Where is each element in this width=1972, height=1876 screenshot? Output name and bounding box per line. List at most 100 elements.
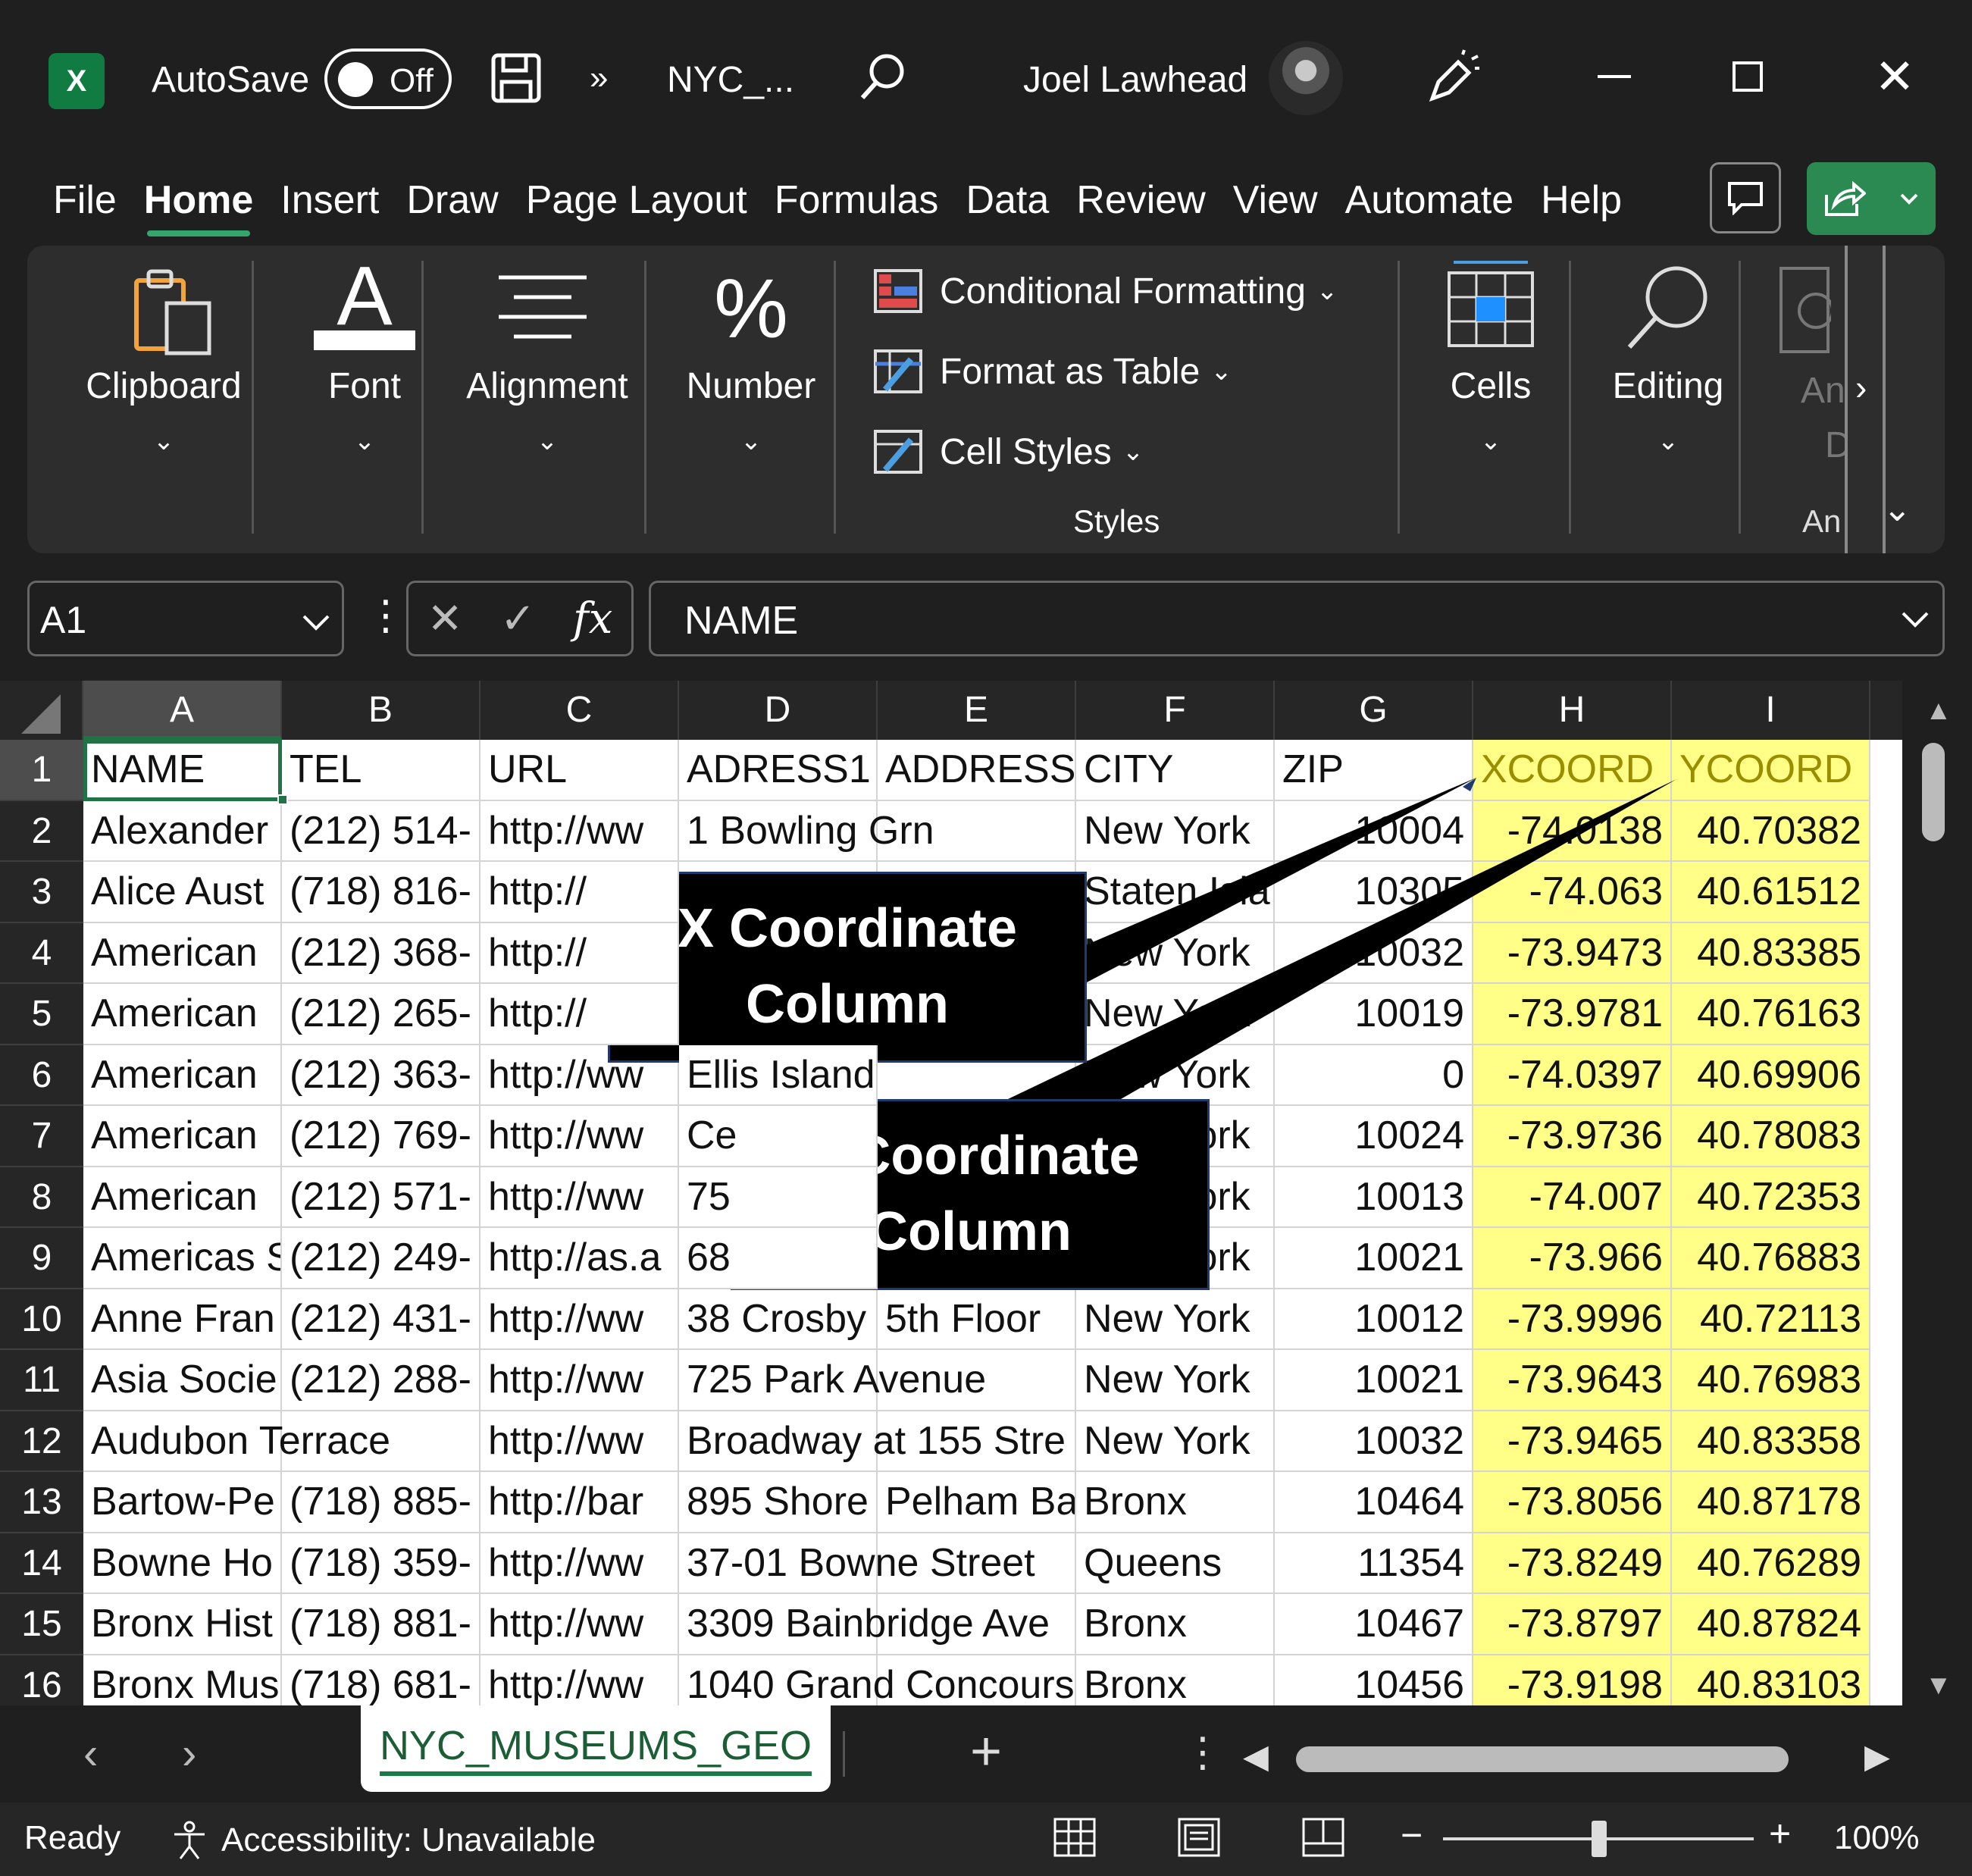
next-sheet-button[interactable]: ›	[182, 1728, 196, 1779]
analyze-data-group[interactable]: An D An	[1763, 246, 1851, 553]
autosave-toggle[interactable]: Off	[324, 49, 452, 109]
x-callout-line-2: Column	[746, 974, 949, 1035]
number-group[interactable]: % Number ⌄	[656, 246, 846, 553]
styles-group-label: Styles	[1073, 503, 1160, 539]
add-sheet-button[interactable]: +	[970, 1721, 1002, 1783]
editing-group[interactable]: Editing ⌄	[1581, 246, 1755, 553]
normal-view-button[interactable]	[1052, 1816, 1097, 1859]
cell-a12[interactable]: Audubon Terrace	[83, 1411, 390, 1472]
x-callout-pointer	[1084, 778, 1476, 982]
formula-bar-more-icon[interactable]: ⋮	[365, 591, 406, 639]
scroll-left-icon[interactable]: ◀	[1243, 1737, 1269, 1776]
name-box[interactable]: A1	[27, 581, 344, 656]
avatar[interactable]	[1269, 41, 1343, 115]
comments-button[interactable]	[1710, 162, 1781, 233]
user-name[interactable]: Joel Lawhead	[1023, 59, 1247, 101]
format-table-icon	[874, 349, 922, 393]
formula-input[interactable]: NAME	[649, 581, 1945, 656]
pen-icon[interactable]	[1425, 49, 1482, 106]
tab-view[interactable]: View	[1225, 168, 1326, 236]
scroll-thumb[interactable]	[1922, 743, 1945, 841]
cell-c3[interactable]: http://	[480, 862, 679, 923]
editing-label: Editing	[1612, 366, 1724, 406]
cell-d16[interactable]: 1040 Grand Concours	[679, 1655, 1075, 1705]
name-box-value: A1	[40, 599, 87, 641]
vertical-scrollbar[interactable]: ▲ ▼	[1902, 681, 1972, 1705]
scroll-up-icon[interactable]: ▲	[1925, 694, 1952, 726]
tab-file[interactable]: File	[45, 168, 124, 236]
tab-page-layout[interactable]: Page Layout	[518, 168, 755, 236]
share-icon	[1825, 180, 1866, 216]
zoom-level[interactable]: 100%	[1834, 1819, 1920, 1857]
cell-d2[interactable]: 1 Bowling Grn	[679, 800, 934, 862]
cell-d9[interactable]: 68	[679, 1228, 878, 1289]
clipboard-icon	[134, 269, 211, 355]
minimize-button[interactable]	[1576, 42, 1652, 111]
cells-group[interactable]: Cells ⌄	[1411, 246, 1570, 553]
insert-function-icon[interactable]: fx	[573, 594, 612, 644]
format-as-table-label: Format as Table	[940, 351, 1200, 392]
tab-data[interactable]: Data	[958, 168, 1056, 236]
chevron-down-icon: ⌄	[740, 427, 762, 456]
ribbon-display-options-button[interactable]: ⌄	[1883, 488, 1912, 529]
sheet-tab-active[interactable]: NYC_MUSEUMS_GEO	[361, 1705, 831, 1792]
cell-d15[interactable]: 3309 Bainbridge Ave	[679, 1594, 1050, 1655]
cell-c4[interactable]: http://	[480, 922, 679, 984]
cell-d7[interactable]: Ce	[679, 1106, 878, 1167]
maximize-icon	[1733, 61, 1763, 92]
previous-sheet-button[interactable]: ‹	[83, 1728, 98, 1779]
maximize-button[interactable]	[1710, 42, 1786, 111]
scroll-down-icon[interactable]: ▼	[1925, 1669, 1952, 1701]
tab-formulas[interactable]: Formulas	[767, 168, 947, 236]
page-layout-view-button[interactable]	[1176, 1816, 1222, 1859]
alignment-label: Alignment	[466, 366, 628, 406]
cell-styles-button[interactable]: Cell Styles ⌄	[873, 429, 1144, 474]
x-coordinate-callout: X Coordinate Column	[608, 872, 1087, 1063]
scroll-right-icon[interactable]: ▶	[1864, 1737, 1890, 1776]
cell-styles-label: Cell Styles	[940, 431, 1112, 472]
fill-handle[interactable]	[277, 794, 288, 805]
chevron-down-icon: ⌄	[152, 427, 175, 456]
more-sheets-icon[interactable]: ⋮	[1182, 1728, 1223, 1776]
tab-review[interactable]: Review	[1069, 168, 1213, 236]
alignment-group[interactable]: Alignment ⌄	[434, 246, 661, 553]
zoom-slider-knob[interactable]	[1592, 1821, 1607, 1857]
cell-c5[interactable]: http://	[480, 984, 679, 1045]
tab-home[interactable]: Home	[136, 168, 261, 236]
share-button[interactable]	[1807, 162, 1936, 235]
tab-insert[interactable]: Insert	[273, 168, 387, 236]
sheet-tab-label: NYC_MUSEUMS_GEO	[379, 1723, 812, 1776]
tab-help[interactable]: Help	[1533, 168, 1629, 236]
enter-icon[interactable]: ✓	[500, 593, 536, 644]
save-icon[interactable]	[490, 52, 543, 105]
divider	[1739, 261, 1741, 534]
scroll-thumb[interactable]	[1296, 1746, 1789, 1772]
cell-d8[interactable]: 75	[679, 1167, 878, 1228]
zoom-in-button[interactable]: +	[1769, 1812, 1791, 1856]
cell-d14[interactable]: 37-01 Bowne Street	[679, 1533, 1035, 1594]
search-icon[interactable]	[856, 50, 909, 103]
cell-d12[interactable]: Broadway at 155 Stre	[679, 1411, 1066, 1472]
cell-d6[interactable]: Ellis Island	[679, 1044, 878, 1106]
excel-app-icon[interactable]: X	[49, 53, 105, 109]
accessibility-status[interactable]: Accessibility: Unavailable	[170, 1819, 596, 1862]
document-title[interactable]: NYC_...	[667, 59, 794, 101]
tab-automate[interactable]: Automate	[1338, 168, 1522, 236]
page-break-view-button[interactable]	[1301, 1816, 1346, 1859]
more-commands-button[interactable]: »	[590, 59, 608, 97]
cell-d11[interactable]: 725 Park Avenue	[679, 1350, 986, 1411]
tab-draw[interactable]: Draw	[399, 168, 506, 236]
format-as-table-button[interactable]: Format as Table ⌄	[873, 349, 1232, 394]
svg-text:A: A	[336, 258, 393, 343]
ribbon-scroll-right[interactable]: ›	[1845, 246, 1886, 553]
zoom-slider[interactable]	[1443, 1821, 1754, 1857]
clipboard-group[interactable]: Clipboard ⌄	[50, 246, 277, 553]
cells-label: Cells	[1450, 366, 1532, 406]
zoom-out-button[interactable]: −	[1401, 1813, 1423, 1857]
cancel-icon[interactable]: ✕	[427, 593, 463, 644]
close-button[interactable]: ✕	[1857, 42, 1933, 111]
analyze-data-icon	[1779, 267, 1831, 353]
conditional-formatting-button[interactable]: Conditional Formatting ⌄	[873, 268, 1338, 314]
horizontal-scrollbar[interactable]: ◀ ▶	[1243, 1737, 1895, 1775]
spreadsheet-grid[interactable]: ABCDEFGHI 1NAMETELURLADRESS1ADDRESS2CITY…	[0, 681, 1902, 1705]
